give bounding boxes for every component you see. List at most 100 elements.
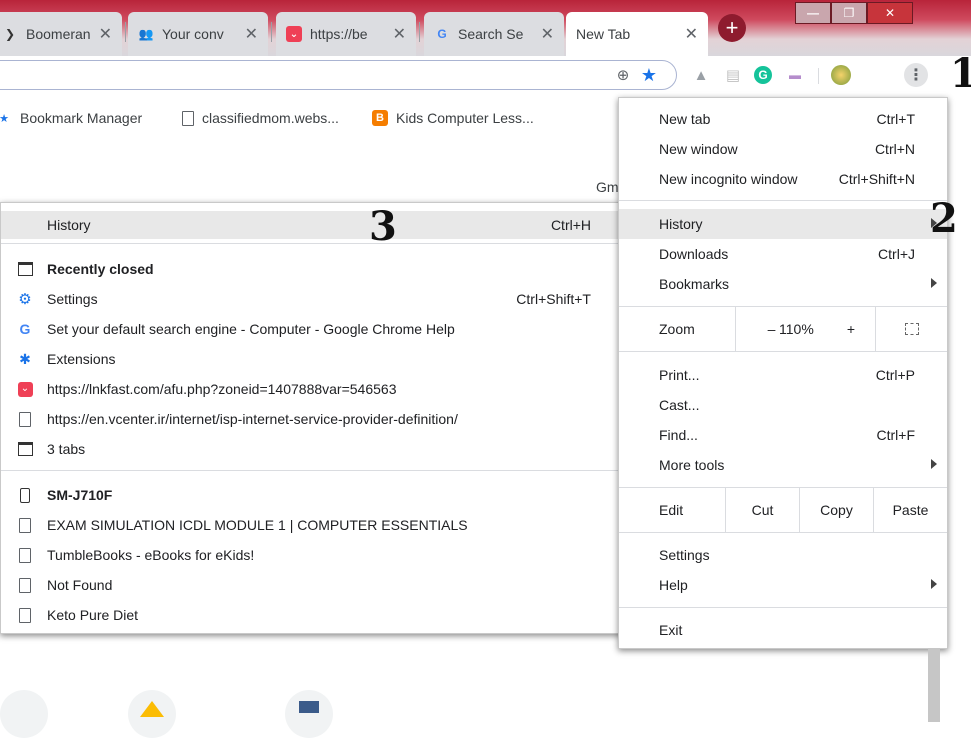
menu-item-label: New tab [659,111,711,127]
star-icon[interactable]: ★ [638,64,660,86]
tab-label: Search Se [458,26,524,42]
maximize-button[interactable]: ❐ [831,2,867,24]
menu-item-exit[interactable]: Exit [619,615,947,645]
drive-icon [140,701,164,717]
menu-item-new-incognito[interactable]: New incognito window Ctrl+Shift+N [619,164,947,194]
close-icon[interactable]: ✕ [99,24,112,44]
device-item[interactable]: Keto Pure Diet [1,602,621,628]
menu-item-new-window[interactable]: New window Ctrl+N [619,134,947,164]
drive-extension-icon[interactable]: ▲ [690,64,712,86]
pocket-icon: ⌄ [17,381,33,397]
menu-item-downloads[interactable]: Downloads Ctrl+J [619,239,947,269]
tab-label: Your conv [162,26,224,42]
menu-item-history[interactable]: History [619,209,947,239]
list-item-label: EXAM SIMULATION ICDL MODULE 1 | COMPUTER… [47,517,468,533]
minimize-button[interactable]: — [795,2,831,24]
history-item-google-help[interactable]: G Set your default search engine - Compu… [1,316,621,342]
recently-closed-label: Recently closed [47,261,154,277]
phone-icon [17,487,33,503]
menu-item-shortcut: Ctrl+T [876,111,916,127]
device-label: SM-J710F [47,487,113,503]
gmail-link[interactable]: Gm [596,179,619,195]
device-item[interactable]: EXAM SIMULATION ICDL MODULE 1 | COMPUTER… [1,512,621,538]
avatar[interactable] [830,64,852,86]
chrome-menu-button[interactable]: ⋮ [904,63,928,87]
history-item-vcenter[interactable]: https://en.vcenter.ir/internet/isp-inter… [1,406,621,432]
tab-divider [419,22,420,42]
menu-item-find[interactable]: Find... Ctrl+F [619,420,947,450]
tab-divider [271,22,272,42]
close-window-button[interactable]: ✕ [867,2,913,24]
close-icon[interactable]: ✕ [541,24,554,44]
menu-item-settings[interactable]: Settings [619,540,947,570]
tab-your-conv[interactable]: 👥 Your conv ✕ [128,12,268,56]
bookmark-label: Kids Computer Less... [396,110,534,126]
close-icon[interactable]: ✕ [245,24,258,44]
menu-item-label: Cast... [659,397,700,413]
menu-item-bookmarks[interactable]: Bookmarks [619,269,947,299]
copy-label: Copy [820,502,853,518]
shortcut-tile[interactable] [285,690,333,738]
window-icon [17,441,33,457]
menu-item-help[interactable]: Help [619,570,947,600]
bookmark-item[interactable]: ★ Bookmark Manager [0,110,142,126]
menu-item-shortcut: Ctrl+P [875,367,915,383]
close-icon[interactable]: ✕ [685,24,698,44]
history-shortcut: Ctrl+H [550,217,591,233]
list-item-label: Keto Pure Diet [47,607,139,623]
chrome-main-menu: New tab Ctrl+T New window Ctrl+N New inc… [618,97,948,649]
menu-item-new-tab[interactable]: New tab Ctrl+T [619,104,947,134]
history-item-settings[interactable]: ⚙ Settings Ctrl+Shift+T [1,286,621,312]
bookmark-item[interactable]: B Kids Computer Less... [372,110,534,126]
history-item-extensions[interactable]: ✱ Extensions [1,346,621,372]
list-item-label: https://lnkfast.com/afu.php?zoneid=14078… [47,381,397,397]
window-icon [17,261,33,277]
menu-divider [1,243,621,244]
chevron-right-icon [931,579,937,589]
tab-search-se[interactable]: G Search Se ✕ [424,12,564,56]
extension-icon[interactable]: ▬ [784,64,806,86]
pocket-icon: ⌄ [286,26,302,42]
pdf-extension-icon[interactable]: ▤ [722,64,744,86]
menu-divider [619,351,947,352]
cut-button[interactable]: Cut [725,488,799,532]
fullscreen-button[interactable] [875,307,947,351]
list-item-label: Set your default search engine - Compute… [47,321,455,337]
paste-label: Paste [892,502,929,518]
new-tab-button[interactable]: + [718,14,746,42]
gear-icon: ⚙ [18,291,32,308]
menu-item-cast[interactable]: Cast... [619,390,947,420]
bookmark-item[interactable]: classifiedmom.webs... [182,110,339,126]
menu-item-print[interactable]: Print... Ctrl+P [619,360,947,390]
list-item-label: 3 tabs [47,441,86,457]
menu-item-label: More tools [659,457,725,473]
history-item-3-tabs[interactable]: 3 tabs [1,436,621,462]
fullscreen-icon [904,323,919,335]
history-item-lnkfast[interactable]: ⌄ https://lnkfast.com/afu.php?zoneid=140… [1,376,621,402]
zoom-icon[interactable]: ⊕ [612,64,634,86]
history-menu-item[interactable]: History Ctrl+H [1,211,621,239]
menu-item-shortcut: Ctrl+F [876,427,916,443]
close-icon[interactable]: ✕ [393,24,406,44]
shortcut-tile-drive[interactable] [128,690,176,738]
device-item[interactable]: Not Found [1,572,621,598]
scrollbar[interactable] [928,648,940,722]
address-bar[interactable] [0,60,677,90]
double-arrow-icon: ❯ [4,27,16,41]
tab-https-be[interactable]: ⌄ https://be ✕ [276,12,416,56]
toolbar-divider [818,68,819,84]
menu-divider [1,470,621,471]
menu-item-more-tools[interactable]: More tools [619,450,947,480]
menu-divider [619,607,947,608]
tab-new-tab[interactable]: New Tab ✕ [566,12,708,56]
tab-boomerang[interactable]: ❯ Boomeran ✕ [0,12,122,56]
shortcut-tile[interactable] [0,690,48,738]
toolbar: ⊕ ★ ▲ ▤ G ▬ ⋮ [0,56,971,96]
zoom-in-button[interactable]: + [829,307,873,351]
menu-item-label: Help [659,577,688,593]
grammarly-icon[interactable]: G [752,64,774,86]
paste-button[interactable]: Paste [873,488,947,532]
device-item[interactable]: TumbleBooks - eBooks for eKids! [1,542,621,568]
list-item-label: Settings [47,291,98,307]
copy-button[interactable]: Copy [799,488,873,532]
